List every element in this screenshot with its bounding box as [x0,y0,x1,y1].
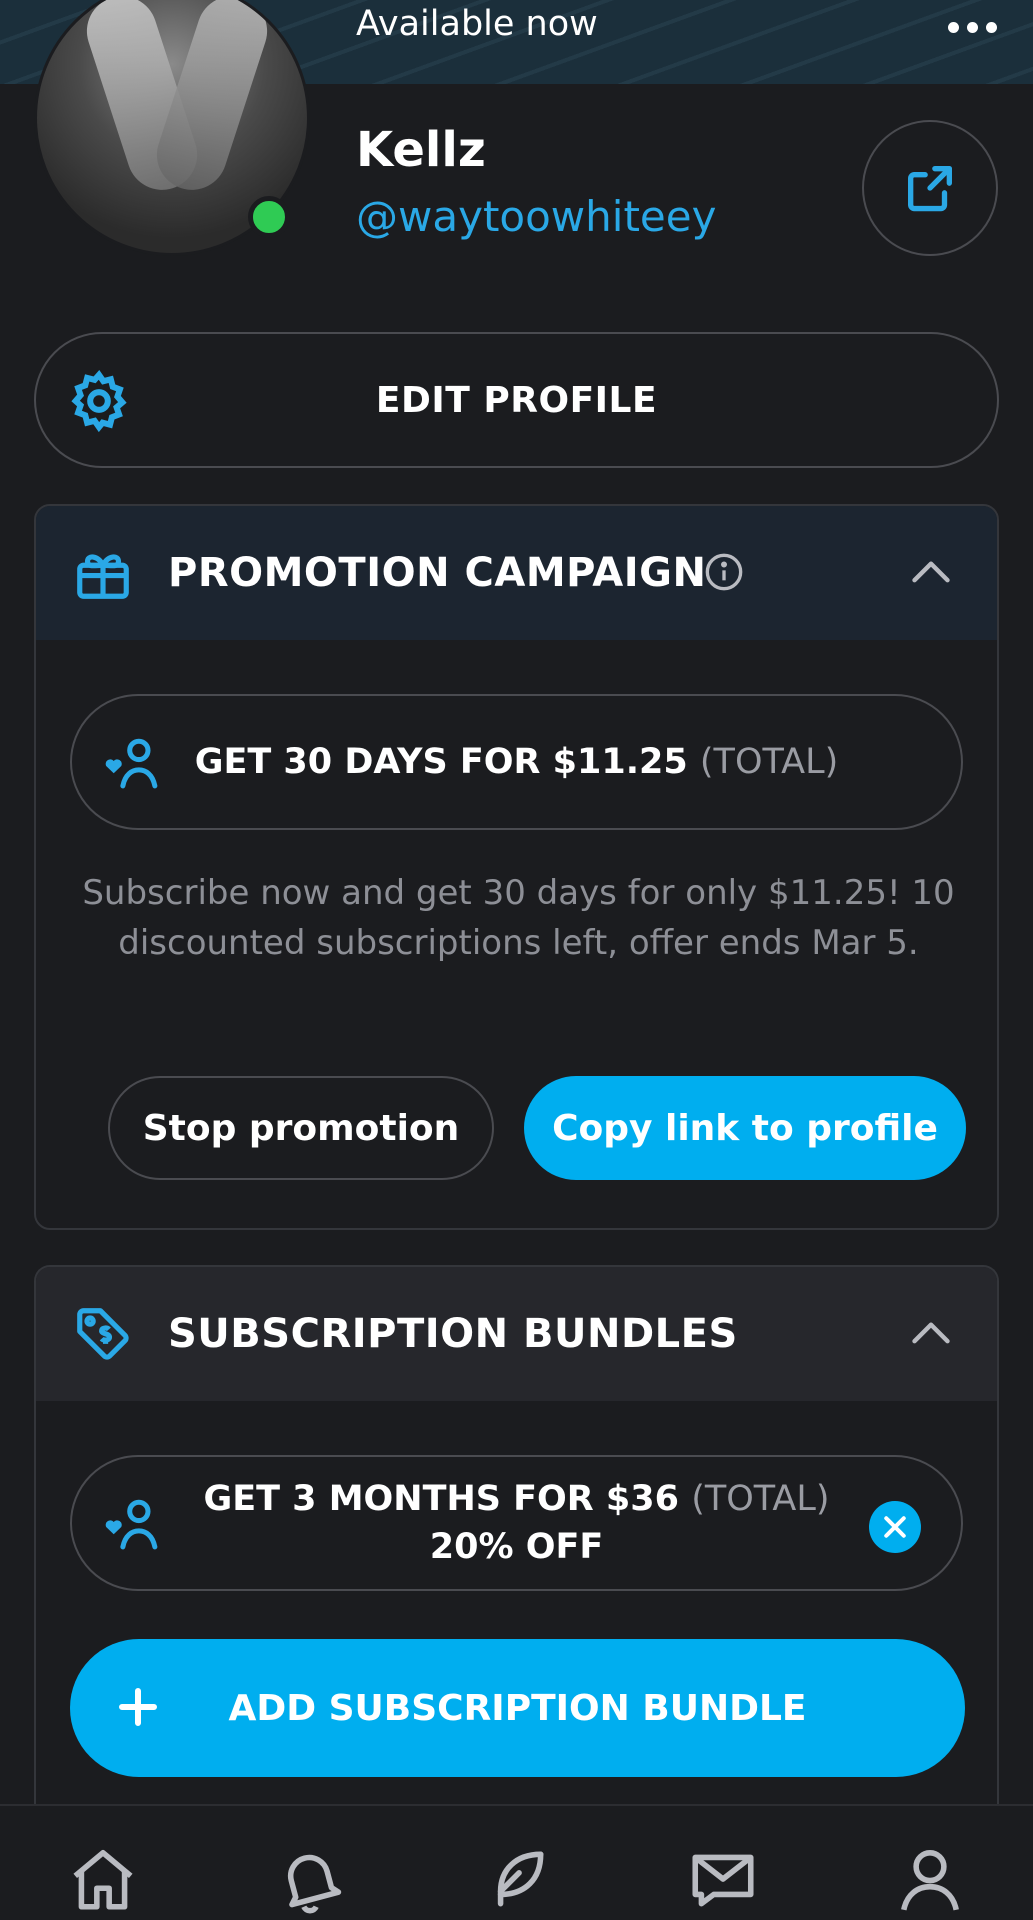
promotion-description: Subscribe now and get 30 days for only $… [82,873,955,963]
profile-name: Kellz [356,122,486,178]
add-bundle-label: ADD SUBSCRIPTION BUNDLE [228,1687,807,1729]
bundle-offer-text: GET 3 MONTHS FOR $36 (TOTAL) 20% OFF [203,1479,830,1567]
message-icon [692,1854,754,1907]
promotion-campaign-header[interactable]: PROMOTION CAMPAIGN [36,506,997,640]
nav-notifications[interactable] [265,1842,355,1920]
subscriber-heart-icon [105,738,158,789]
stop-promotion-button[interactable]: Stop promotion [108,1076,494,1180]
chevron-up-icon[interactable] [909,1317,953,1347]
info-icon[interactable] [704,552,744,592]
gift-icon [77,554,129,599]
availability-status: Available now [356,4,598,44]
online-status-dot [248,196,290,238]
nav-add-post[interactable] [471,1842,561,1920]
chevron-up-icon[interactable] [909,556,953,586]
remove-bundle-button[interactable] [869,1501,921,1553]
subscription-bundles-title: SUBSCRIPTION BUNDLES [168,1311,738,1357]
nav-profile[interactable] [885,1842,975,1920]
edit-profile-button[interactable]: EDIT PROFILE [34,332,999,468]
copy-link-button[interactable]: Copy link to profile [524,1076,966,1180]
more-options-icon[interactable] [948,12,997,42]
feather-icon [498,1851,544,1907]
share-button[interactable] [862,120,998,256]
plus-icon [119,1688,157,1726]
subscriber-heart-icon [105,1499,158,1550]
profile-handle[interactable]: @waytoowhiteey [356,192,716,241]
edit-profile-label: EDIT PROFILE [375,379,658,421]
close-icon [884,1516,906,1538]
bundle-item-pill[interactable]: GET 3 MONTHS FOR $36 (TOTAL) 20% OFF [70,1455,963,1591]
profile-page: Available now Kellz @waytoowhiteey EDIT … [0,0,1033,1920]
home-icon [73,1850,133,1910]
promotion-offer-text: GET 30 DAYS FOR $11.25 (TOTAL) [194,742,839,782]
promotion-offer-pill[interactable]: GET 30 DAYS FOR $11.25 (TOTAL) [70,694,963,830]
share-icon [908,166,952,212]
bottom-navigation [0,1804,1033,1920]
promotion-campaign-section: PROMOTION CAMPAIGN GET 30 DAYS FOR $11.2… [34,504,999,1230]
user-icon [900,1850,959,1911]
bell-icon [287,1854,342,1914]
promotion-campaign-title: PROMOTION CAMPAIGN [168,550,707,596]
nav-messages[interactable] [678,1842,768,1920]
nav-home[interactable] [58,1842,148,1920]
add-subscription-bundle-button[interactable]: ADD SUBSCRIPTION BUNDLE [70,1639,965,1777]
subscription-bundles-header[interactable]: SUBSCRIPTION BUNDLES [36,1267,997,1401]
price-tag-icon [77,1308,129,1360]
gear-icon [71,369,127,433]
